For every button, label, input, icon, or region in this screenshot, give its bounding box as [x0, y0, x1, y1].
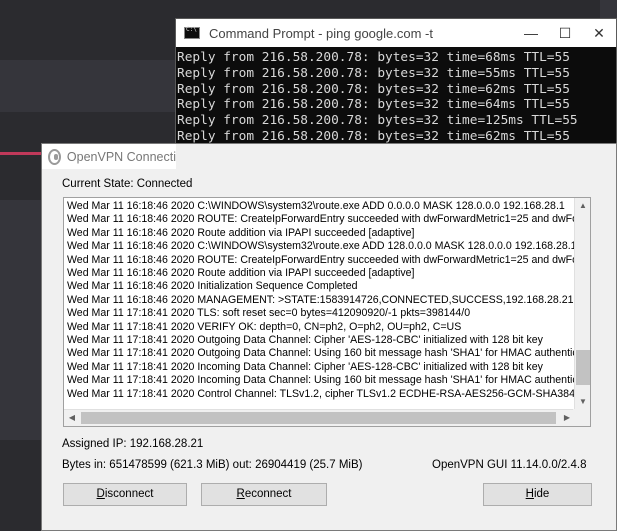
openvpn-window-title: OpenVPN Connecti: [66, 149, 176, 164]
log-line: Wed Mar 11 17:18:41 2020 Incoming Data C…: [67, 360, 543, 373]
log-line: Wed Mar 11 17:18:41 2020 Outgoing Data C…: [67, 334, 543, 347]
disconnect-mnemonic: D: [96, 488, 105, 500]
openvpn-titlebar[interactable]: OpenVPN Connecti: [42, 144, 176, 169]
log-line: Wed Mar 11 16:18:46 2020 ROUTE: CreateIp…: [67, 253, 575, 266]
log-line: Wed Mar 11 17:18:41 2020 Outgoing Data C…: [67, 347, 575, 360]
background-panel-left: [0, 200, 41, 440]
log-lines: Wed Mar 11 16:18:46 2020 C:\WINDOWS\syst…: [67, 200, 575, 401]
scroll-up-icon[interactable]: ▲: [575, 198, 590, 214]
log-vertical-scrollbar[interactable]: ▲ ▼: [574, 198, 590, 410]
log-line: Wed Mar 11 16:18:46 2020 Initialization …: [67, 280, 358, 293]
output-line: Reply from 216.58.200.78: bytes=32 time=…: [177, 50, 570, 65]
assigned-ip-label: Assigned IP: 192.168.28.21: [62, 438, 204, 450]
output-line: Reply from 216.58.200.78: bytes=32 time=…: [177, 81, 570, 97]
log-line: Wed Mar 11 16:18:46 2020 MANAGEMENT: >ST…: [67, 293, 574, 306]
reconnect-button[interactable]: Reconnect: [201, 483, 327, 506]
background-panel-top: [0, 60, 180, 112]
output-line: Reply from 216.58.200.78: bytes=32 time=…: [177, 113, 578, 129]
log-horizontal-scrollbar[interactable]: ◀ ▶: [64, 409, 575, 426]
minimize-button[interactable]: —: [514, 25, 548, 41]
version-label: OpenVPN GUI 11.14.0.0/2.4.8: [432, 459, 587, 471]
command-prompt-icon: [184, 26, 200, 39]
log-textbox[interactable]: Wed Mar 11 16:18:46 2020 C:\WINDOWS\syst…: [63, 197, 591, 427]
command-prompt-titlebar[interactable]: Command Prompt - ping google.com -t — ☐ …: [176, 19, 616, 47]
log-line: Wed Mar 11 16:18:46 2020 C:\WINDOWS\syst…: [67, 200, 565, 212]
log-line: Wed Mar 11 16:18:46 2020 Route addition …: [67, 226, 415, 239]
log-line: Wed Mar 11 16:18:46 2020 ROUTE: CreateIp…: [67, 213, 575, 226]
command-prompt-title: Command Prompt - ping google.com -t: [209, 25, 433, 41]
log-line: Wed Mar 11 17:18:41 2020 Incoming Data C…: [67, 374, 575, 387]
command-prompt-output[interactable]: Reply from 216.58.200.78: bytes=32 time=…: [176, 47, 616, 145]
close-button[interactable]: ✕: [582, 25, 616, 42]
reconnect-mnemonic: R: [236, 488, 245, 500]
hide-button[interactable]: Hide: [483, 483, 592, 506]
scroll-down-icon[interactable]: ▼: [575, 394, 590, 410]
hide-label: ide: [533, 488, 550, 500]
log-line: Wed Mar 11 16:18:46 2020 Route addition …: [67, 267, 415, 280]
log-line: Wed Mar 11 17:18:41 2020 Control Channel…: [67, 387, 575, 400]
log-vertical-scroll-thumb[interactable]: [576, 350, 590, 385]
log-line: Wed Mar 11 16:18:46 2020 C:\WINDOWS\syst…: [67, 240, 575, 253]
disconnect-label: isconnect: [104, 488, 154, 500]
current-state-label: Current State: Connected: [62, 178, 193, 190]
bytes-transfer-label: Bytes in: 651478599 (621.3 MiB) out: 269…: [62, 459, 363, 471]
background-panel-right: [600, 0, 617, 18]
output-line: Reply from 216.58.200.78: bytes=32 time=…: [177, 65, 570, 81]
log-line: Wed Mar 11 17:18:41 2020 TLS: soft reset…: [67, 307, 471, 320]
maximize-button[interactable]: ☐: [548, 25, 582, 42]
log-horizontal-scroll-thumb[interactable]: [81, 412, 556, 424]
disconnect-button[interactable]: Disconnect: [63, 483, 187, 506]
reconnect-label: econnect: [244, 488, 292, 500]
output-line: Reply from 216.58.200.78: bytes=32 time=…: [177, 97, 570, 113]
log-line: Wed Mar 11 17:18:41 2020 VERIFY OK: dept…: [67, 320, 462, 333]
openvpn-logo-icon: [48, 148, 61, 165]
scroll-left-icon[interactable]: ◀: [64, 410, 80, 426]
scrollbar-corner: [573, 409, 590, 426]
hide-mnemonic: H: [525, 488, 534, 500]
openvpn-connection-window[interactable]: OpenVPN Connecti Current State: Connecte…: [41, 143, 617, 531]
